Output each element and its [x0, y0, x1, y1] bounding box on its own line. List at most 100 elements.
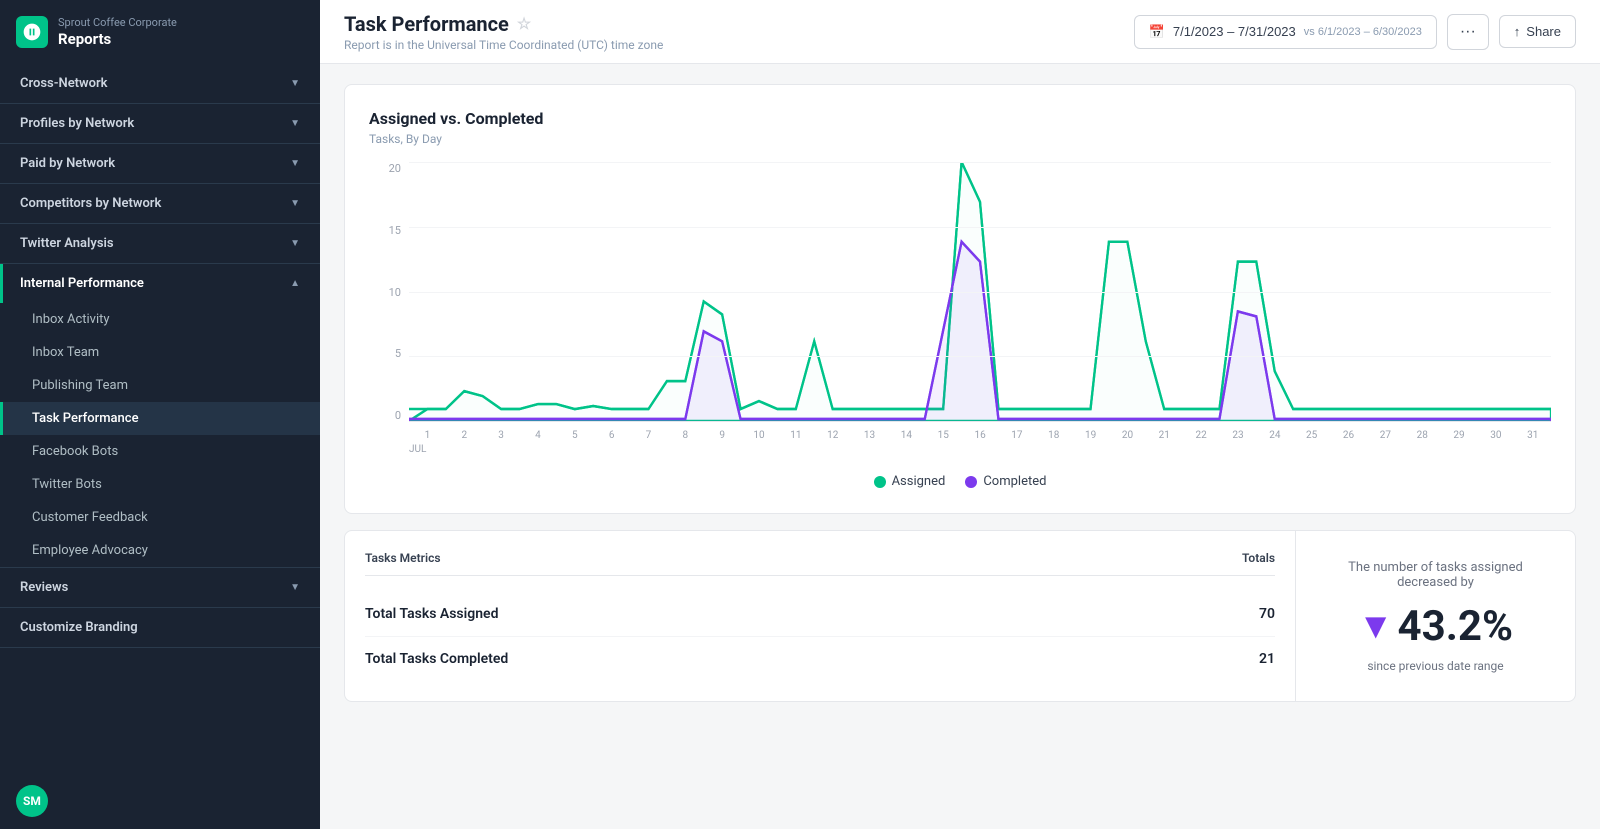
x-label: 11: [777, 430, 814, 441]
avatar[interactable]: SM: [16, 785, 48, 817]
x-label: 2: [446, 430, 483, 441]
metrics-card: Tasks Metrics Totals Total Tasks Assigne…: [344, 530, 1576, 702]
nav-customer-feedback[interactable]: Customer Feedback: [0, 501, 320, 534]
metrics-table: Tasks Metrics Totals Total Tasks Assigne…: [345, 531, 1295, 701]
nav-competitors-by-network[interactable]: Competitors by Network ▼: [0, 184, 320, 223]
page-subtitle: Report is in the Universal Time Coordina…: [344, 38, 663, 52]
x-label: 31: [1514, 430, 1551, 441]
metric-row-assigned: Total Tasks Assigned 70: [365, 592, 1275, 637]
calendar-icon: 📅: [1149, 24, 1165, 40]
chart-area: 20 15 10 5 0: [369, 162, 1551, 462]
main-content: Task Performance ☆ Report is in the Univ…: [320, 0, 1600, 829]
date-compare-text: vs 6/1/2023 – 6/30/2023: [1304, 26, 1422, 38]
x-label: 17: [999, 430, 1036, 441]
nav-facebook-bots[interactable]: Facebook Bots: [0, 435, 320, 468]
nav-task-performance[interactable]: Task Performance: [0, 402, 320, 435]
insight-text: The number of tasks assigned decreased b…: [1320, 560, 1551, 590]
nav-twitter-analysis[interactable]: Twitter Analysis ▼: [0, 224, 320, 263]
chart-plot: [409, 162, 1551, 422]
date-range-button[interactable]: 📅 7/1/2023 – 7/31/2023 vs 6/1/2023 – 6/3…: [1134, 15, 1437, 49]
nav-employee-advocacy[interactable]: Employee Advocacy: [0, 534, 320, 567]
x-label: 26: [1330, 430, 1367, 441]
metric-assigned-value: 70: [1259, 606, 1275, 622]
brand-title: Reports: [58, 30, 177, 48]
nav-customize-branding[interactable]: Customize Branding: [0, 608, 320, 647]
sidebar-nav: Cross-Network ▼ Profiles by Network ▼ Pa…: [0, 60, 320, 773]
nav-publishing-team[interactable]: Publishing Team: [0, 369, 320, 402]
x-label: 7: [630, 430, 667, 441]
header-left: Task Performance ☆ Report is in the Univ…: [344, 12, 663, 52]
metric-assigned-label: Total Tasks Assigned: [365, 606, 498, 622]
grid-line: [409, 356, 1551, 357]
chevron-down-icon: ▼: [290, 582, 300, 593]
x-label: 25: [1293, 430, 1330, 441]
nav-twitter-bots[interactable]: Twitter Bots: [0, 468, 320, 501]
insight-number: ▼ 43.2%: [1358, 602, 1513, 651]
x-month-label: JUL: [409, 444, 426, 455]
brand-logo: [16, 16, 48, 48]
assigned-dot: [874, 476, 886, 488]
x-label: 4: [520, 430, 557, 441]
chevron-down-icon: ▼: [290, 238, 300, 249]
x-label: 12: [814, 430, 851, 441]
legend-assigned: Assigned: [874, 474, 946, 489]
x-label: 20: [1109, 430, 1146, 441]
brand-org: Sprout Coffee Corporate: [58, 16, 177, 30]
date-range-text: 7/1/2023 – 7/31/2023: [1173, 24, 1296, 39]
insight-value: 43.2%: [1398, 602, 1514, 651]
x-label: 29: [1441, 430, 1478, 441]
nav-cross-network[interactable]: Cross-Network ▼: [0, 64, 320, 103]
chart-title: Assigned vs. Completed: [369, 109, 1551, 128]
page-title: Task Performance ☆: [344, 12, 663, 36]
x-label: 30: [1477, 430, 1514, 441]
chart-legend: Assigned Completed: [369, 474, 1551, 489]
y-axis: 20 15 10 5 0: [369, 162, 409, 422]
brand-header: Sprout Coffee Corporate Reports: [0, 0, 320, 60]
chevron-down-icon: ▼: [290, 158, 300, 169]
insight-since: since previous date range: [1367, 659, 1503, 673]
nav-profiles-by-network[interactable]: Profiles by Network ▼: [0, 104, 320, 143]
chart-card: Assigned vs. Completed Tasks, By Day 20 …: [344, 84, 1576, 514]
x-label: 15: [925, 430, 962, 441]
nav-inbox-team[interactable]: Inbox Team: [0, 336, 320, 369]
x-label: 23: [1220, 430, 1257, 441]
down-arrow-icon: ▼: [1358, 605, 1394, 647]
x-label: 19: [1072, 430, 1109, 441]
x-label: 6: [593, 430, 630, 441]
x-label: 13: [851, 430, 888, 441]
chevron-up-icon: ▲: [290, 278, 300, 289]
metrics-header: Tasks Metrics Totals: [365, 551, 1275, 576]
x-label: 18: [1035, 430, 1072, 441]
metrics-header-total: Totals: [1242, 551, 1275, 565]
x-label: 9: [704, 430, 741, 441]
metrics-insight: The number of tasks assigned decreased b…: [1295, 531, 1575, 701]
x-label: 21: [1146, 430, 1183, 441]
grid-line: [409, 292, 1551, 293]
sidebar-bottom: SM: [0, 773, 320, 829]
x-label: 1JUL: [409, 430, 446, 441]
nav-internal-performance[interactable]: Internal Performance ▲: [0, 264, 320, 303]
more-options-button[interactable]: ···: [1447, 14, 1489, 50]
share-button[interactable]: ↑ Share: [1499, 15, 1576, 48]
grid-line: [409, 162, 1551, 163]
metric-completed-label: Total Tasks Completed: [365, 651, 508, 667]
nav-paid-by-network[interactable]: Paid by Network ▼: [0, 144, 320, 183]
nav-reviews[interactable]: Reviews ▼: [0, 568, 320, 607]
star-icon[interactable]: ☆: [517, 14, 531, 33]
nav-inbox-activity[interactable]: Inbox Activity: [0, 303, 320, 336]
header-right: 📅 7/1/2023 – 7/31/2023 vs 6/1/2023 – 6/3…: [1134, 14, 1576, 50]
x-label: 8: [667, 430, 704, 441]
metric-row-completed: Total Tasks Completed 21: [365, 637, 1275, 681]
chevron-down-icon: ▼: [290, 78, 300, 89]
metrics-header-label: Tasks Metrics: [365, 551, 441, 565]
share-icon: ↑: [1514, 24, 1521, 39]
x-axis: 1JUL234567891011121314151617181920212223…: [409, 422, 1551, 462]
x-label: 27: [1367, 430, 1404, 441]
x-label: 5: [556, 430, 593, 441]
page-content: Assigned vs. Completed Tasks, By Day 20 …: [320, 64, 1600, 829]
chevron-down-icon: ▼: [290, 198, 300, 209]
metric-completed-value: 21: [1259, 651, 1275, 667]
sidebar: Sprout Coffee Corporate Reports Cross-Ne…: [0, 0, 320, 829]
page-header: Task Performance ☆ Report is in the Univ…: [320, 0, 1600, 64]
x-label: 14: [888, 430, 925, 441]
